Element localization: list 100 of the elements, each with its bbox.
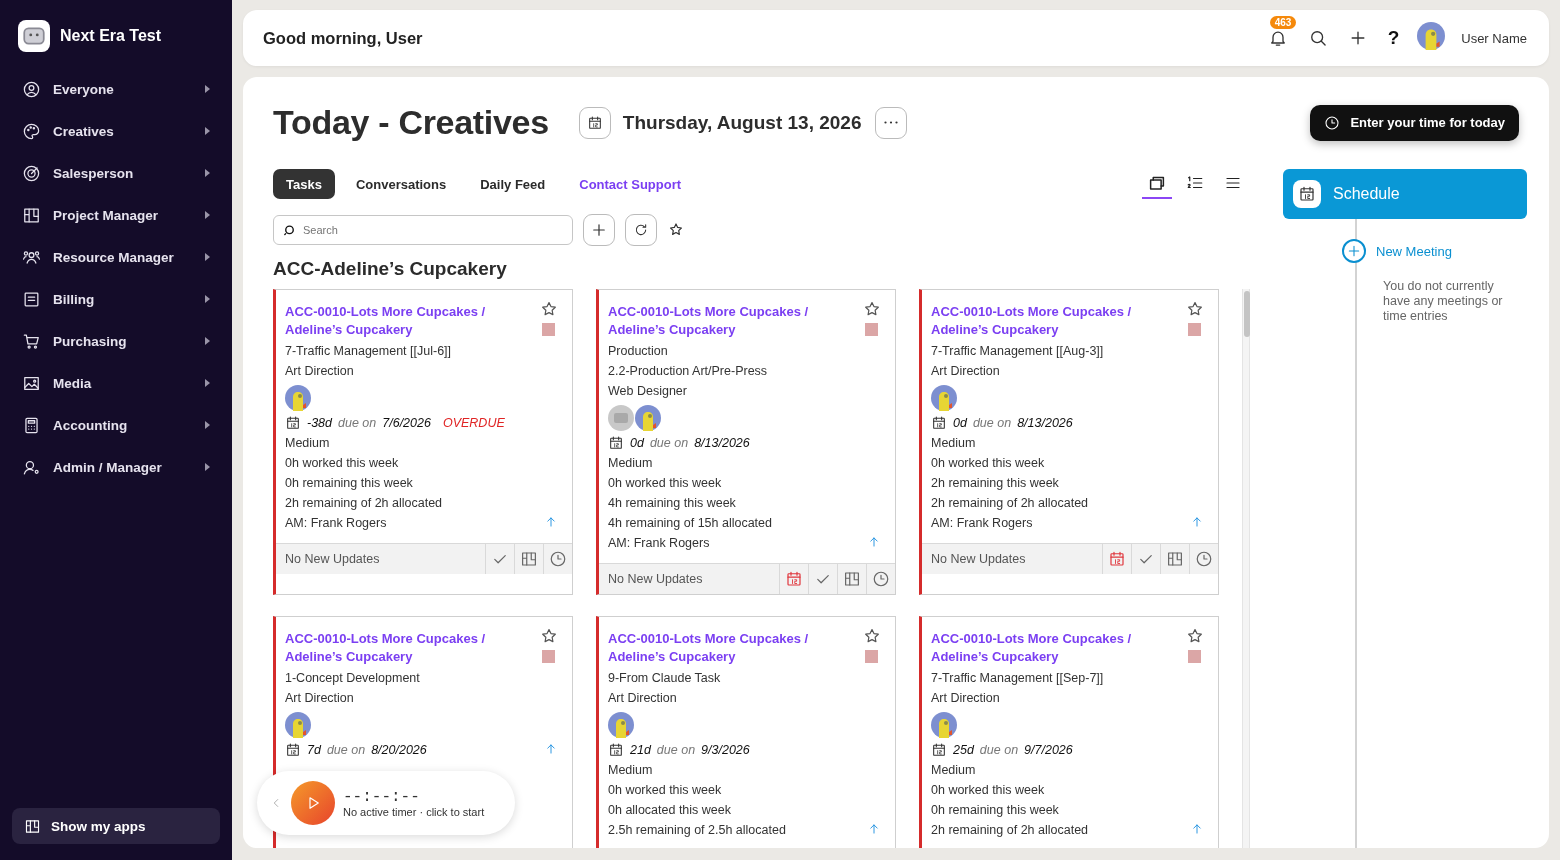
- calculator-icon: [22, 415, 41, 435]
- task-title-link[interactable]: ACC-0010-Lots More Cupcakes / Adeline’s Cupcakery: [931, 630, 1166, 666]
- task-title-link[interactable]: ACC-0010-Lots More Cupcakes / Adeline’s Cupcakery: [608, 630, 843, 666]
- task-detail: 7-Traffic Management [[Aug-3]]: [931, 343, 1105, 360]
- timer-hint: No active timer · click to start: [343, 806, 485, 818]
- task-stat: 4h remaining of 15h allocated: [608, 515, 773, 532]
- search-field[interactable]: Search: [273, 215, 573, 245]
- task-stat: 0h worked this week: [931, 455, 1046, 472]
- task-detail: 7-Traffic Management [[Jul-6]]: [285, 343, 453, 360]
- days-left: 0d: [953, 415, 967, 432]
- days-left: 7d: [307, 742, 321, 759]
- date-picker-button[interactable]: [578, 106, 611, 139]
- sidebar-item[interactable]: Purchasing: [18, 320, 220, 362]
- avatar: [285, 712, 311, 738]
- tab[interactable]: Conversations: [342, 169, 460, 199]
- target-icon: [22, 163, 41, 183]
- task-stat: AM: Frank Rogers: [608, 535, 711, 552]
- avatar: [931, 712, 957, 738]
- calendar-icon: [1108, 550, 1126, 568]
- sidebar-item[interactable]: Billing: [18, 278, 220, 320]
- app-name: Next Era Test: [60, 27, 162, 45]
- clock-icon: [872, 570, 890, 588]
- task-stat: 0h worked this week: [285, 455, 400, 472]
- task-stat: AM: Frank Rogers: [931, 515, 1034, 532]
- task-title-link[interactable]: ACC-0010-Lots More Cupcakes / Adeline’s Cupcakery: [285, 630, 520, 666]
- days-left: 21d: [630, 742, 651, 759]
- refresh-icon: [633, 222, 649, 238]
- tab[interactable]: Daily Feed: [467, 169, 559, 199]
- due-date: 7/6/2026: [382, 415, 431, 432]
- scrollbar[interactable]: [1242, 289, 1250, 848]
- task-detail: Art Direction: [285, 363, 355, 380]
- due-date: 9/7/2026: [1024, 742, 1073, 759]
- task-detail: 2.2-Production Art/Pre-Press: [608, 363, 769, 380]
- task-title-link[interactable]: ACC-0010-Lots More Cupcakes / Adeline’s Cupcakery: [608, 303, 843, 339]
- sidebar-item[interactable]: Project Manager: [18, 194, 220, 236]
- avatar: [608, 712, 634, 738]
- cards-view-icon: [1148, 174, 1166, 192]
- overdue-label: OVERDUE: [442, 415, 505, 432]
- task-stat: 2h remaining of 2h allocated: [285, 495, 444, 512]
- due-label: due on: [979, 742, 1019, 759]
- sidebar-item[interactable]: Media: [18, 362, 220, 404]
- show-apps-button[interactable]: Show my apps: [12, 808, 220, 844]
- sidebar-item[interactable]: Resource Manager: [18, 236, 220, 278]
- empty-message: You do not currently have any meetings or time entries: [1383, 279, 1504, 324]
- new-meeting-button[interactable]: New Meeting: [1342, 239, 1452, 263]
- calendar-icon: [608, 435, 624, 451]
- board-icon: [520, 550, 538, 568]
- enter-time-button[interactable]: Enter your time for today: [1310, 104, 1519, 141]
- task-title-link[interactable]: ACC-0010-Lots More Cupcakes / Adeline’s Cupcakery: [931, 303, 1166, 339]
- task-detail: Web Designer: [608, 383, 688, 400]
- refresh-button[interactable]: [625, 214, 657, 246]
- group-heading: ACC-Adeline’s Cupcakery: [273, 258, 508, 280]
- arrow-up-icon: [1190, 822, 1204, 836]
- play-button[interactable]: [291, 781, 335, 825]
- avatar: [608, 405, 634, 431]
- help-button[interactable]: ?: [1387, 27, 1400, 49]
- sidebar-item[interactable]: Accounting: [18, 404, 220, 446]
- task-detail: 1-Concept Development: [285, 670, 421, 687]
- user-name: User Name: [1461, 30, 1527, 46]
- task-stat: 4h remaining this week: [608, 495, 737, 512]
- due-date: 8/13/2026: [1017, 415, 1073, 432]
- priority: Medium: [608, 455, 654, 472]
- task-detail: Production: [608, 343, 669, 360]
- due-label: due on: [649, 435, 689, 452]
- clock-icon: [549, 550, 567, 568]
- due-date: 8/20/2026: [371, 742, 427, 759]
- priority: Medium: [608, 762, 654, 779]
- page-title: Today - Creatives: [273, 103, 549, 142]
- task-detail: 9-From Claude Task: [608, 670, 722, 687]
- task-stat: 0h worked this week: [608, 782, 723, 799]
- task-stat: 0h worked this week: [931, 782, 1046, 799]
- task-detail: Art Direction: [931, 690, 1001, 707]
- task-stat: 0h remaining this week: [931, 802, 1060, 819]
- support-link[interactable]: Contact Support: [566, 169, 695, 199]
- board-icon: [843, 570, 861, 588]
- sidebar-item[interactable]: Everyone: [18, 68, 220, 110]
- avatar: [635, 405, 661, 431]
- task-stat: 0h remaining this week: [285, 475, 414, 492]
- task-detail: Art Direction: [931, 363, 1001, 380]
- updates-status: No New Updates: [607, 571, 704, 588]
- sidebar-item[interactable]: Creatives: [18, 110, 220, 152]
- days-left: -38d: [307, 415, 333, 432]
- sidebar-item[interactable]: Admin / Manager: [18, 446, 220, 488]
- task-detail: 7-Traffic Management [[Sep-7]]: [931, 670, 1105, 687]
- due-label: due on: [326, 742, 366, 759]
- calendar-icon: [586, 114, 603, 131]
- priority: Medium: [931, 762, 977, 779]
- task-stat: 2h remaining this week: [931, 475, 1060, 492]
- add-button[interactable]: [583, 214, 615, 246]
- sidebar-item[interactable]: Salesperson: [18, 152, 220, 194]
- updates-status: No New Updates: [284, 551, 381, 568]
- task-detail: Art Direction: [285, 690, 355, 707]
- task-title-link[interactable]: ACC-0010-Lots More Cupcakes / Adeline’s Cupcakery: [285, 303, 520, 339]
- calendar-icon: [285, 742, 301, 758]
- tab[interactable]: Tasks: [273, 169, 335, 199]
- user-circle-icon: [22, 79, 41, 99]
- task-stat: 0h worked this week: [608, 475, 723, 492]
- due-label: due on: [656, 742, 696, 759]
- task-stat: AM: Frank Rogers: [285, 515, 388, 532]
- due-date: 8/13/2026: [694, 435, 750, 452]
